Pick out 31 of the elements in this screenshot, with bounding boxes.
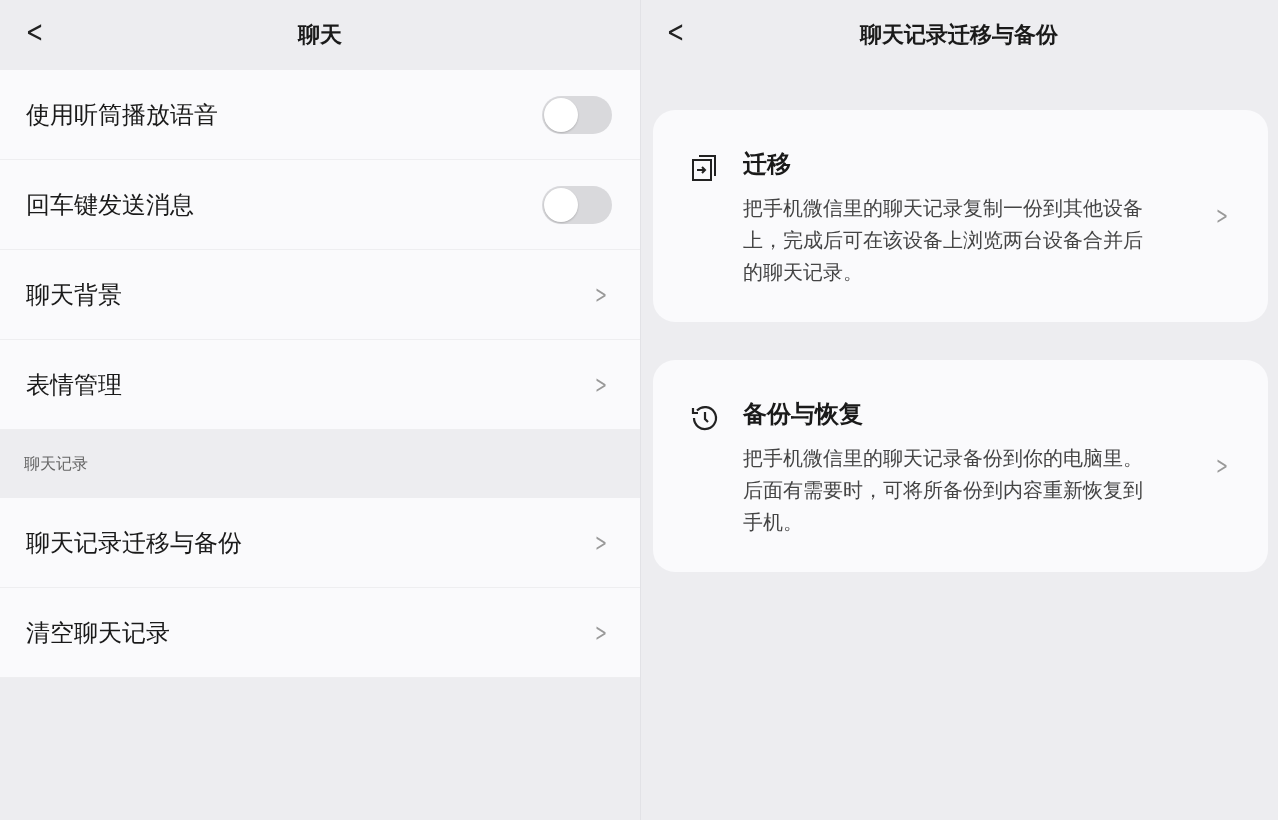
row-label: 回车键发送消息 (26, 189, 194, 221)
card-description: 把手机微信里的聊天记录复制一份到其他设备上，完成后可在该设备上浏览两台设备合并后的聊天记录。 (742, 195, 1144, 286)
chevron-icon: > (595, 618, 608, 647)
chevron-icon: > (1215, 202, 1228, 230)
card-description: 把手机微信里的聊天记录备份到你的电脑里。后面有需要时，可将所备份到内容重新恢复到手机。 (742, 445, 1144, 536)
page-title: 聊天 (297, 20, 342, 49)
settings-row[interactable]: 使用听筒播放语音 (0, 70, 640, 160)
toggle-switch[interactable] (541, 95, 612, 134)
back-button[interactable]: < (22, 14, 47, 49)
chevron-icon: > (1215, 452, 1228, 480)
back-button[interactable]: < (663, 14, 687, 49)
settings-row[interactable]: 聊天记录迁移与备份 > (0, 498, 640, 588)
option-card[interactable]: 迁移 把手机微信里的聊天记录复制一份到其他设备上，完成后可在该设备上浏览两台设备合并后的聊天记录。 > (652, 110, 1268, 322)
row-label: 使用听筒播放语音 (26, 99, 218, 131)
row-label: 表情管理 (26, 369, 122, 401)
settings-row[interactable]: 回车键发送消息 (0, 160, 640, 250)
chevron-icon: > (595, 280, 608, 309)
page-title: 聊天记录迁移与备份 (860, 20, 1059, 49)
section-label: 聊天记录 (23, 452, 89, 475)
chevron-icon: > (595, 528, 608, 557)
card-title: 备份与恢复 (742, 398, 864, 430)
row-label: 聊天背景 (26, 279, 122, 311)
option-card[interactable]: 备份与恢复 把手机微信里的聊天记录备份到你的电脑里。后面有需要时，可将所备份到内容重新恢复到手机。 > (652, 360, 1268, 572)
chevron-icon: > (595, 370, 608, 399)
row-label: 聊天记录迁移与备份 (26, 527, 242, 559)
card-title: 迁移 (742, 148, 792, 180)
settings-row[interactable]: 表情管理 > (0, 340, 640, 430)
settings-row[interactable]: 清空聊天记录 > (0, 588, 640, 678)
row-label: 清空聊天记录 (26, 617, 170, 649)
settings-row[interactable]: 聊天背景 > (0, 250, 640, 340)
toggle-switch[interactable] (541, 185, 612, 224)
